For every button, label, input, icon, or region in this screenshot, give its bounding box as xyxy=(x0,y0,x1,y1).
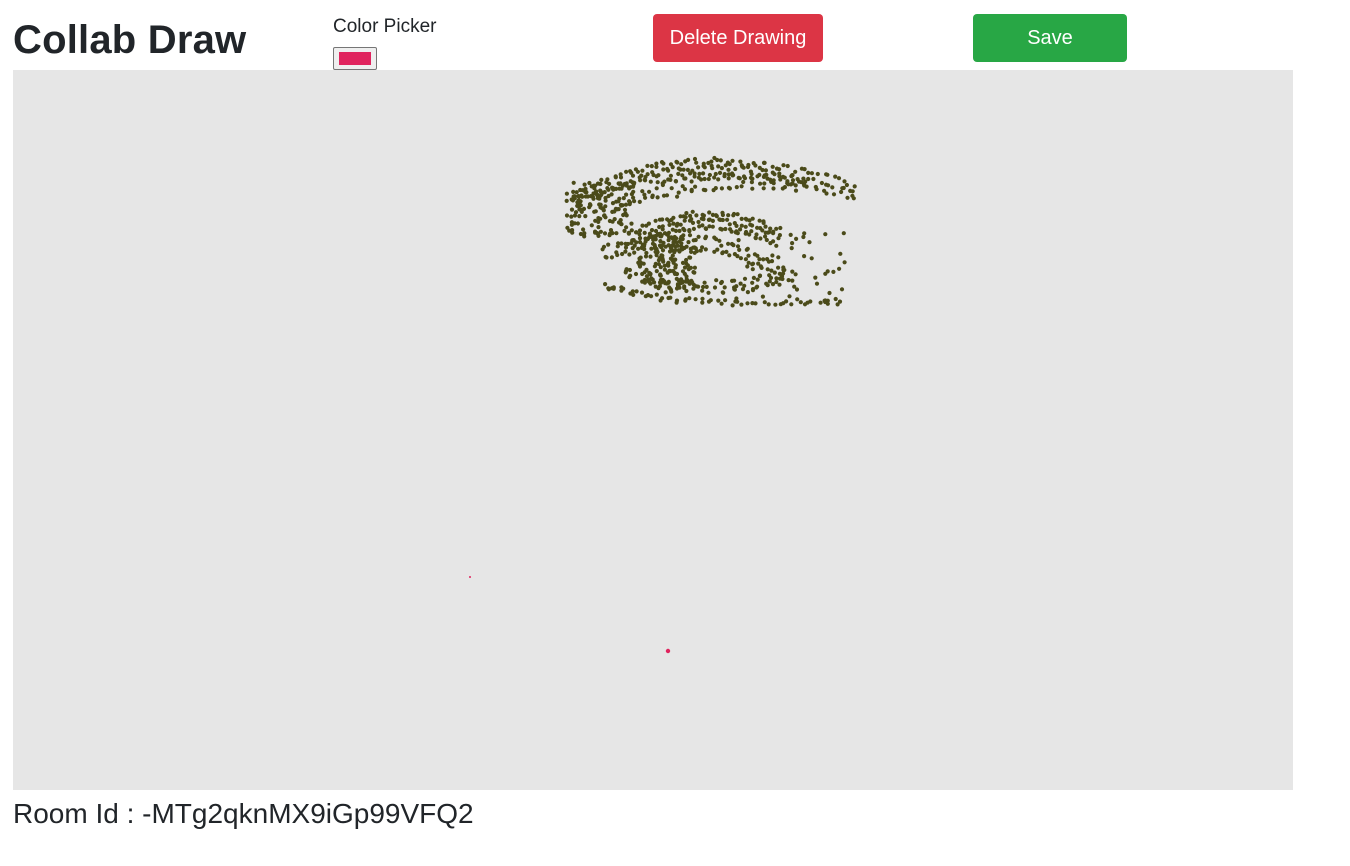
color-picker-group: Color Picker xyxy=(333,16,437,70)
color-swatch xyxy=(339,52,371,65)
drawing-canvas[interactable] xyxy=(13,70,1293,790)
color-picker-label: Color Picker xyxy=(333,16,437,37)
pink-dot xyxy=(665,648,671,654)
room-id-label: Room Id : -MTg2qknMX9iGp99VFQ2 xyxy=(13,798,474,829)
canvas-background xyxy=(13,70,1293,790)
save-drawing-button[interactable]: Save Drawing xyxy=(973,14,1127,97)
color-picker-input[interactable] xyxy=(333,47,377,70)
delete-drawing-button[interactable]: Delete Drawing xyxy=(653,14,823,62)
drawing-surface[interactable] xyxy=(13,70,1293,790)
app-title: Collab Draw xyxy=(13,18,247,62)
pink-dot-small xyxy=(469,576,471,578)
